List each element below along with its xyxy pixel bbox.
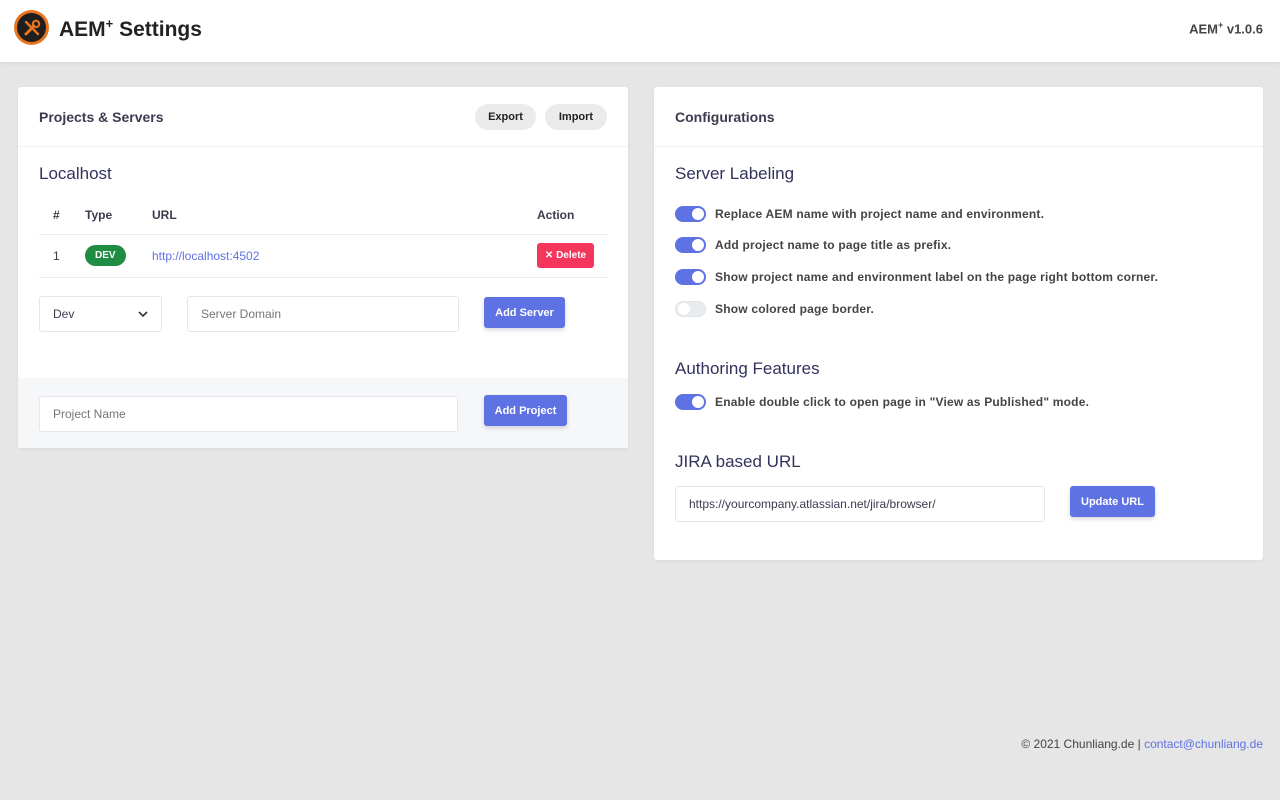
toggle-label: Show colored page border. [715, 302, 875, 316]
top-bar: AEM+ Settings AEM+ v1.0.6 [0, 0, 1280, 62]
delete-label: Delete [556, 250, 587, 261]
export-button[interactable]: Export [475, 104, 536, 130]
col-header-type: Type [85, 197, 152, 235]
toggle-switch[interactable] [675, 394, 706, 410]
server-domain-input[interactable] [187, 296, 459, 332]
close-icon: ✕ [544, 250, 554, 261]
jira-url-title: JIRA based URL [675, 452, 801, 471]
table-row: 1 DEV http://localhost:4502 ✕ Delete [39, 234, 607, 278]
project-name-input[interactable] [39, 396, 458, 432]
update-url-button[interactable]: Update URL [1070, 486, 1155, 517]
env-badge: DEV [85, 245, 126, 266]
configurations-card: Configurations Server Labeling Replace A… [654, 87, 1263, 560]
col-header-action: Action [537, 197, 607, 235]
import-button[interactable]: Import [545, 104, 607, 130]
projects-servers-card: Projects & Servers Export Import Localho… [18, 87, 628, 448]
toggle-label: Enable double click to open page in "Vie… [715, 395, 1090, 409]
authoring-features-title: Authoring Features [675, 359, 820, 378]
add-server-button[interactable]: Add Server [484, 297, 565, 328]
toggle-label: Add project name to page title as prefix… [715, 238, 952, 252]
chevron-down-icon [138, 307, 148, 321]
app-logo [14, 10, 49, 45]
projects-card-header: Projects & Servers Export Import [18, 87, 628, 147]
environment-select[interactable]: Dev [39, 296, 162, 332]
toggle-row-page-border: Show colored page border. [675, 301, 874, 317]
toggle-row-double-click: Enable double click to open page in "Vie… [675, 394, 1089, 410]
toggle-switch[interactable] [675, 206, 706, 222]
toggle-label: Show project name and environment label … [715, 270, 1159, 284]
app-title: AEM+ Settings [59, 16, 202, 41]
col-header-url: URL [152, 197, 537, 235]
contact-email-link[interactable]: contact@chunliang.de [1144, 737, 1263, 751]
toggle-switch[interactable] [675, 269, 706, 285]
tools-icon [17, 13, 46, 42]
jira-url-input[interactable] [675, 486, 1045, 522]
toggle-label: Replace AEM name with project name and e… [715, 207, 1045, 221]
server-labeling-title: Server Labeling [675, 164, 795, 183]
toggle-row-corner-label: Show project name and environment label … [675, 269, 1158, 285]
toggle-row-title-prefix: Add project name to page title as prefix… [675, 237, 951, 253]
app-version: AEM+ v1.0.6 [1189, 20, 1263, 37]
col-header-num: # [39, 197, 85, 235]
projects-card-title: Projects & Servers [39, 109, 164, 125]
add-project-button[interactable]: Add Project [484, 395, 567, 426]
delete-button[interactable]: ✕ Delete [537, 243, 594, 268]
row-num: 1 [39, 234, 85, 278]
environment-select-value: Dev [53, 307, 75, 321]
toggle-switch[interactable] [675, 301, 706, 317]
configurations-card-title: Configurations [675, 109, 775, 125]
toggle-row-replace-aem-name: Replace AEM name with project name and e… [675, 206, 1044, 222]
toggle-switch[interactable] [675, 237, 706, 253]
table-header-row: # Type URL Action [39, 197, 607, 235]
footer: © 2021 Chunliang.de | contact@chunliang.… [1021, 737, 1263, 751]
configurations-card-header: Configurations [654, 87, 1263, 147]
project-title: Localhost [39, 164, 112, 183]
servers-table: # Type URL Action 1 DEV http://localhost… [39, 197, 607, 278]
copyright-text: © 2021 Chunliang.de | [1021, 737, 1145, 751]
server-url-link[interactable]: http://localhost:4502 [152, 249, 259, 263]
